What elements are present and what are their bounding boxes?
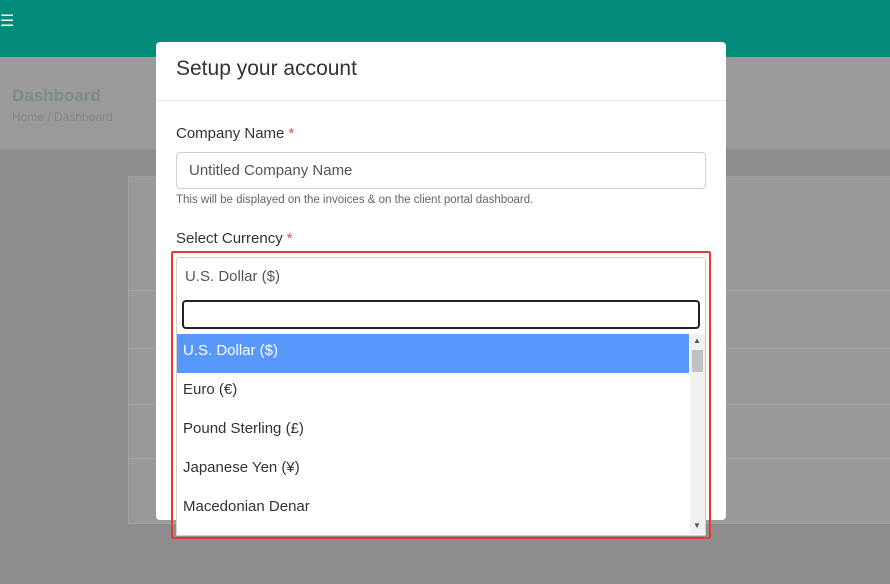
currency-option[interactable]: Japanese Yen (¥) xyxy=(177,451,689,490)
currency-option[interactable]: U.S. Dollar ($) xyxy=(177,334,689,373)
currency-option[interactable]: Pound Sterling (£) xyxy=(177,412,689,451)
currency-selected-value: U.S. Dollar ($) xyxy=(185,268,281,285)
dropdown-scrollbar[interactable]: ▲ ▼ xyxy=(690,334,705,534)
required-mark: * xyxy=(288,125,295,142)
dropdown-search-wrapper xyxy=(177,294,705,334)
company-name-hint: This will be displayed on the invoices &… xyxy=(176,194,534,206)
currency-option[interactable]: Euro (€) xyxy=(177,373,689,412)
company-name-input[interactable] xyxy=(176,152,706,189)
breadcrumb: Home / Dashboard xyxy=(12,110,113,124)
company-name-label-text: Company Name xyxy=(176,125,285,142)
required-mark: * xyxy=(286,230,293,247)
currency-options-list: U.S. Dollar ($) Euro (€) Pound Sterling … xyxy=(177,334,689,529)
scroll-down-arrow-icon[interactable]: ▼ xyxy=(693,521,701,530)
currency-label: Select Currency * xyxy=(176,230,293,247)
scroll-up-arrow-icon[interactable]: ▲ xyxy=(693,336,701,345)
currency-search-input[interactable] xyxy=(182,300,700,329)
breadcrumb-home[interactable]: Home xyxy=(12,110,44,124)
modal-title: Setup your account xyxy=(176,57,357,80)
breadcrumb-current: Dashboard xyxy=(54,110,113,124)
currency-option[interactable]: Macedonian Denar xyxy=(177,490,689,529)
hamburger-icon[interactable]: ☰ xyxy=(0,14,14,30)
company-name-label: Company Name * xyxy=(176,125,294,142)
modal-header: Setup your account xyxy=(156,42,726,101)
currency-select[interactable]: U.S. Dollar ($) xyxy=(176,257,706,295)
currency-label-text: Select Currency xyxy=(176,230,283,247)
currency-dropdown: U.S. Dollar ($) Euro (€) Pound Sterling … xyxy=(176,294,706,536)
page-title: Dashboard xyxy=(12,86,101,105)
scrollbar-thumb[interactable] xyxy=(692,350,703,372)
